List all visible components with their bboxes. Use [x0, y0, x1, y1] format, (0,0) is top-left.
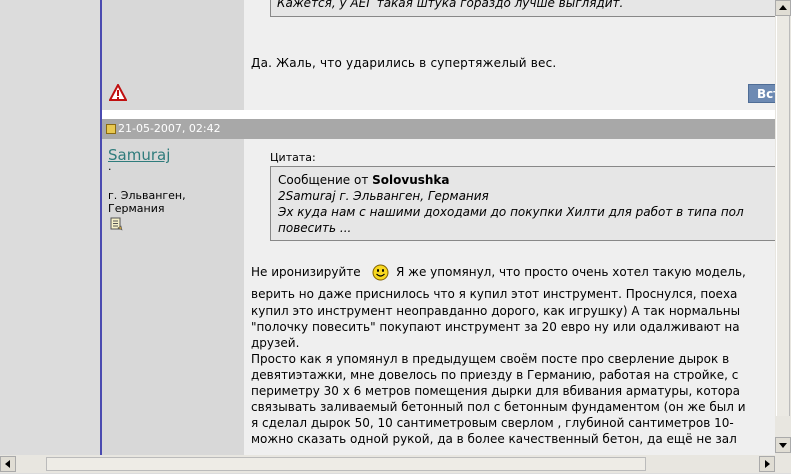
post-icon: [106, 124, 116, 134]
quote-author: Solovushka: [372, 173, 450, 187]
username-link[interactable]: Samuraj: [108, 146, 170, 164]
arrow-up-icon: [779, 5, 787, 10]
quote-label: Цитата:: [270, 151, 316, 164]
vertical-scrollbar-thumb[interactable]: [776, 16, 790, 416]
scroll-up-button[interactable]: [775, 0, 791, 16]
body-line-11: можно сказать одной рукой, да в более ка…: [251, 432, 737, 446]
body-line-5: друзей.: [251, 336, 300, 350]
body-line-1b: Я же упомянул, что просто очень хотел та…: [396, 265, 746, 279]
smiley-icon: [372, 264, 389, 281]
scroll-down-button[interactable]: [775, 437, 791, 453]
body-line-10: я сделал дырок 50, 10 сантиметровым свер…: [251, 416, 734, 430]
quote-line-2: Эх куда нам с нашими доходами до покупки…: [278, 205, 744, 219]
body-line-1a: Не иронизируйте: [251, 265, 361, 279]
horizontal-scrollbar-thumb[interactable]: [46, 457, 646, 471]
post2-date: 21-05-2007, 02:42: [118, 122, 221, 135]
user-location-line1: г. Эльванген,: [108, 189, 186, 202]
body-line-2: верить но даже приснилось что я купил эт…: [251, 287, 738, 301]
body-line-7: девятиэтажки, мне довелось по приезду в …: [251, 368, 739, 382]
body-line-8: периметру 30 х 6 метров помещения дырки …: [251, 384, 741, 398]
scroll-right-button[interactable]: [759, 456, 775, 472]
body-line-4: "полочку повесить" покупают инструмент з…: [251, 320, 740, 334]
body-line-6: Просто как я упомянул в предыдущем своём…: [251, 352, 730, 366]
warning-icon[interactable]: [109, 84, 127, 102]
scroll-left-button[interactable]: [0, 456, 16, 472]
post1-message-text: Да. Жаль, что ударились в супертяжелый в…: [251, 56, 557, 70]
quote-line-3: повесить ...: [278, 221, 352, 235]
body-line-9: связывать заливаемый бетонный пол с бето…: [251, 400, 746, 414]
profile-icon[interactable]: [110, 217, 123, 231]
post-separator: [102, 110, 775, 119]
post1-quote-text: Кажется, у АЕГ такая штука гораздо лучше…: [277, 0, 624, 10]
body-line-3: купил это инструмент неоправданно дорого…: [251, 304, 741, 318]
post2-user-column: [102, 139, 244, 455]
user-rank-dot: ·: [108, 163, 112, 176]
quote-title: Сообщение от Solovushka: [278, 173, 450, 187]
quote-line-1: 2Samuraj г. Эльванген, Германия: [278, 189, 489, 203]
arrow-left-icon: [5, 460, 10, 468]
user-location-line2: Германия: [108, 202, 165, 215]
scrollbar-corner: [775, 455, 791, 473]
quote-title-prefix: Сообщение от: [278, 173, 373, 187]
arrow-right-icon: [765, 460, 770, 468]
arrow-down-icon: [779, 443, 787, 448]
